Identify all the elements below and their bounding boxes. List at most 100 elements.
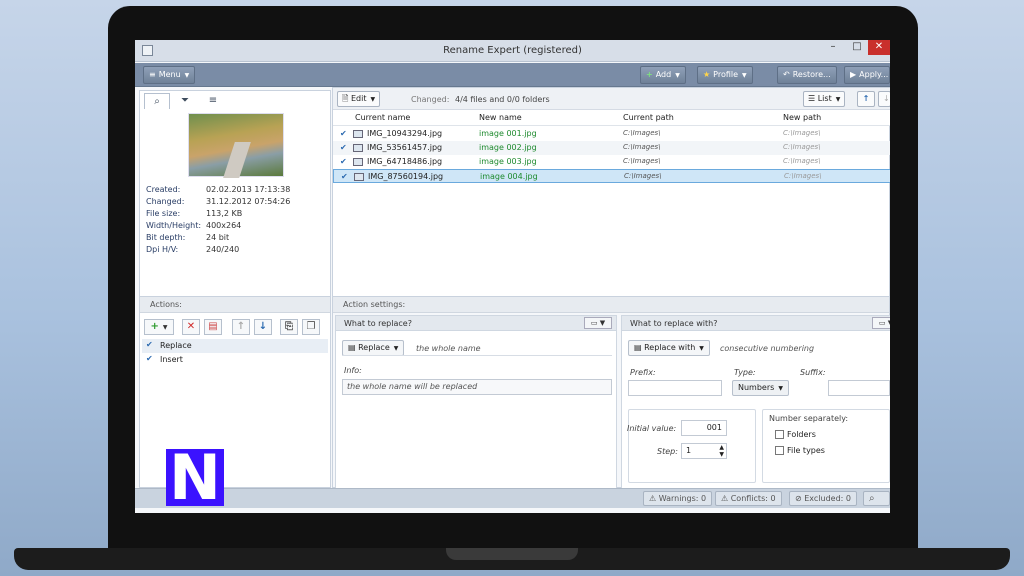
table-row[interactable]: ✔ IMG_64718486.jpg image 003.jpg C:\Image… <box>333 155 890 169</box>
meta-value: 400x264 <box>206 221 242 230</box>
file-types-checkbox[interactable] <box>775 446 784 455</box>
main-toolbar: ≡ Menu ▼ + Add ▼ ★ Profile ▼ ↶ Restore... ▶ Appl… <box>135 63 890 87</box>
add-button[interactable]: + Add ▼ <box>640 66 686 84</box>
file-types-label: File types <box>787 446 825 455</box>
title-bar: Rename Expert (registered) – □ ✕ <box>135 40 890 62</box>
action-down-button[interactable]: ↓ <box>254 319 272 335</box>
add-action-button[interactable]: + ▼ <box>144 319 174 335</box>
suffix-label: Suffix: <box>800 368 826 377</box>
new-name: image 003.jpg <box>479 157 537 166</box>
arrow-up-icon: ↑ <box>862 94 870 103</box>
col-current-name[interactable]: Current name <box>355 113 410 122</box>
preview-road <box>223 142 251 178</box>
menu-button[interactable]: ≡ Menu ▼ <box>143 66 196 84</box>
new-path: C:\Images\ <box>783 157 821 165</box>
meta-key: Bit depth: <box>146 233 186 242</box>
chevron-down-icon: ▼ <box>675 72 680 79</box>
new-path: C:\Images\ <box>784 172 822 180</box>
move-down-button[interactable]: ↓ <box>878 91 890 107</box>
numbering-icon: ▤ <box>634 343 645 352</box>
conflicts-badge[interactable]: ⚠ Conflicts: 0 <box>715 491 782 506</box>
apply-button[interactable]: ▶ Apply... <box>844 66 890 84</box>
row-checkbox[interactable]: ✔ <box>341 172 348 181</box>
what-to-replace-title: What to replace? ▭ ▼ <box>336 316 616 331</box>
view-list-button[interactable]: ☰ List ▼ <box>803 91 846 107</box>
image-file-icon <box>353 158 363 166</box>
actions-header: Actions: <box>140 297 330 313</box>
status-bar: ⚠ Warnings: 0 ⚠ Conflicts: 0 ⊘ Excluded:… <box>135 488 890 508</box>
suffix-field[interactable] <box>828 380 890 396</box>
filter-tab[interactable]: ⏷ <box>172 93 198 109</box>
step-field[interactable]: 1 ▲ ▼ <box>681 443 727 459</box>
star-icon: ★ <box>703 70 711 79</box>
excluded-text: Excluded: 0 <box>804 494 851 503</box>
chevron-down-icon: ▼ <box>742 72 747 79</box>
brand-logo: N <box>166 447 224 509</box>
number-separately-group: Number separately: Folders File types <box>762 409 890 483</box>
image-file-icon <box>353 130 363 138</box>
what-title-text: What to replace? <box>344 319 412 328</box>
rename-action-button[interactable]: ⎘ <box>280 319 298 335</box>
action-checkbox[interactable]: ✔ <box>146 354 153 363</box>
edit-button[interactable]: 🗎 Edit ▼ <box>337 91 381 107</box>
close-button[interactable]: ✕ <box>868 40 890 55</box>
maximize-button[interactable]: □ <box>846 40 868 55</box>
minimize-button[interactable]: – <box>822 40 844 55</box>
action-item-insert[interactable]: ✔ Insert <box>142 353 328 367</box>
table-row[interactable]: ✔ IMG_53561457.jpg image 002.jpg C:\Image… <box>333 141 890 155</box>
current-name: IMG_87560194.jpg <box>368 172 444 181</box>
add-label: Add <box>655 70 672 79</box>
replace-with-dropdown[interactable]: ▤ Replace with ▼ <box>628 340 710 356</box>
excluded-icon: ⊘ <box>795 494 805 503</box>
restore-button[interactable]: ↶ Restore... <box>777 66 837 84</box>
spinner-icon[interactable]: ▲ ▼ <box>719 444 724 458</box>
meta-value: 240/240 <box>206 245 240 254</box>
warnings-badge[interactable]: ⚠ Warnings: 0 <box>643 491 713 506</box>
meta-key: Changed: <box>146 197 185 206</box>
action-label: Replace <box>160 341 192 350</box>
current-name: IMG_10943294.jpg <box>367 129 443 138</box>
image-preview <box>188 113 284 178</box>
laptop-notch <box>446 548 578 560</box>
changed-value: 4/4 files and 0/0 folders <box>455 95 550 104</box>
table-row[interactable]: ✔ IMG_10943294.jpg image 001.jpg C:\Image… <box>333 127 890 141</box>
panel-options-icon[interactable]: ▭ ▼ <box>872 317 890 329</box>
chevron-down-icon: ▼ <box>184 72 190 79</box>
action-up-button[interactable]: ↑ <box>232 319 250 335</box>
row-checkbox[interactable]: ✔ <box>340 129 347 138</box>
new-name: image 001.jpg <box>479 129 537 138</box>
row-checkbox[interactable]: ✔ <box>340 143 347 152</box>
prefix-field[interactable] <box>628 380 722 396</box>
action-checkbox[interactable]: ✔ <box>146 340 153 349</box>
clear-actions-button[interactable]: ▤ <box>204 319 222 335</box>
initial-value-field[interactable]: 001 <box>681 420 727 436</box>
meta-key: Dpi H/V: <box>146 245 179 254</box>
col-new-name[interactable]: New name <box>479 113 522 122</box>
panel-options-icon[interactable]: ▭ ▼ <box>584 317 612 329</box>
copy-action-button[interactable]: ❐ <box>302 319 320 335</box>
delete-action-button[interactable]: ✕ <box>182 319 200 335</box>
type-dropdown[interactable]: Numbers ▼ <box>732 380 789 396</box>
row-checkbox[interactable]: ✔ <box>340 157 347 166</box>
replace-with-hint: consecutive numbering <box>720 344 815 353</box>
list-tab[interactable]: ≡ <box>200 93 226 109</box>
menu-label: Menu <box>158 70 181 79</box>
play-icon: ▶ <box>850 70 857 79</box>
table-row-selected[interactable]: ✔ IMG_87560194.jpg image 004.jpg C:\Image… <box>333 169 890 183</box>
profile-button[interactable]: ★ Profile ▼ <box>697 66 753 84</box>
zoom-button[interactable]: ⌕ <box>863 491 890 506</box>
copy-icon: ❐ <box>306 321 316 332</box>
move-up-button[interactable]: ↑ <box>857 91 875 107</box>
current-path: C:\Images\ <box>623 157 661 165</box>
col-new-path[interactable]: New path <box>783 113 821 122</box>
arrow-down-icon: ↓ <box>883 94 890 103</box>
excluded-badge[interactable]: ⊘ Excluded: 0 <box>789 491 857 506</box>
action-item-replace[interactable]: ✔ Replace <box>142 339 328 353</box>
new-path: C:\Images\ <box>783 129 821 137</box>
folders-checkbox[interactable] <box>775 430 784 439</box>
list-view-icon: ☰ <box>808 94 818 103</box>
col-current-path[interactable]: Current path <box>623 113 674 122</box>
window-title: Rename Expert (registered) <box>443 45 582 56</box>
plus-icon: + <box>150 321 159 332</box>
search-tab[interactable]: ⌕ <box>144 93 170 109</box>
